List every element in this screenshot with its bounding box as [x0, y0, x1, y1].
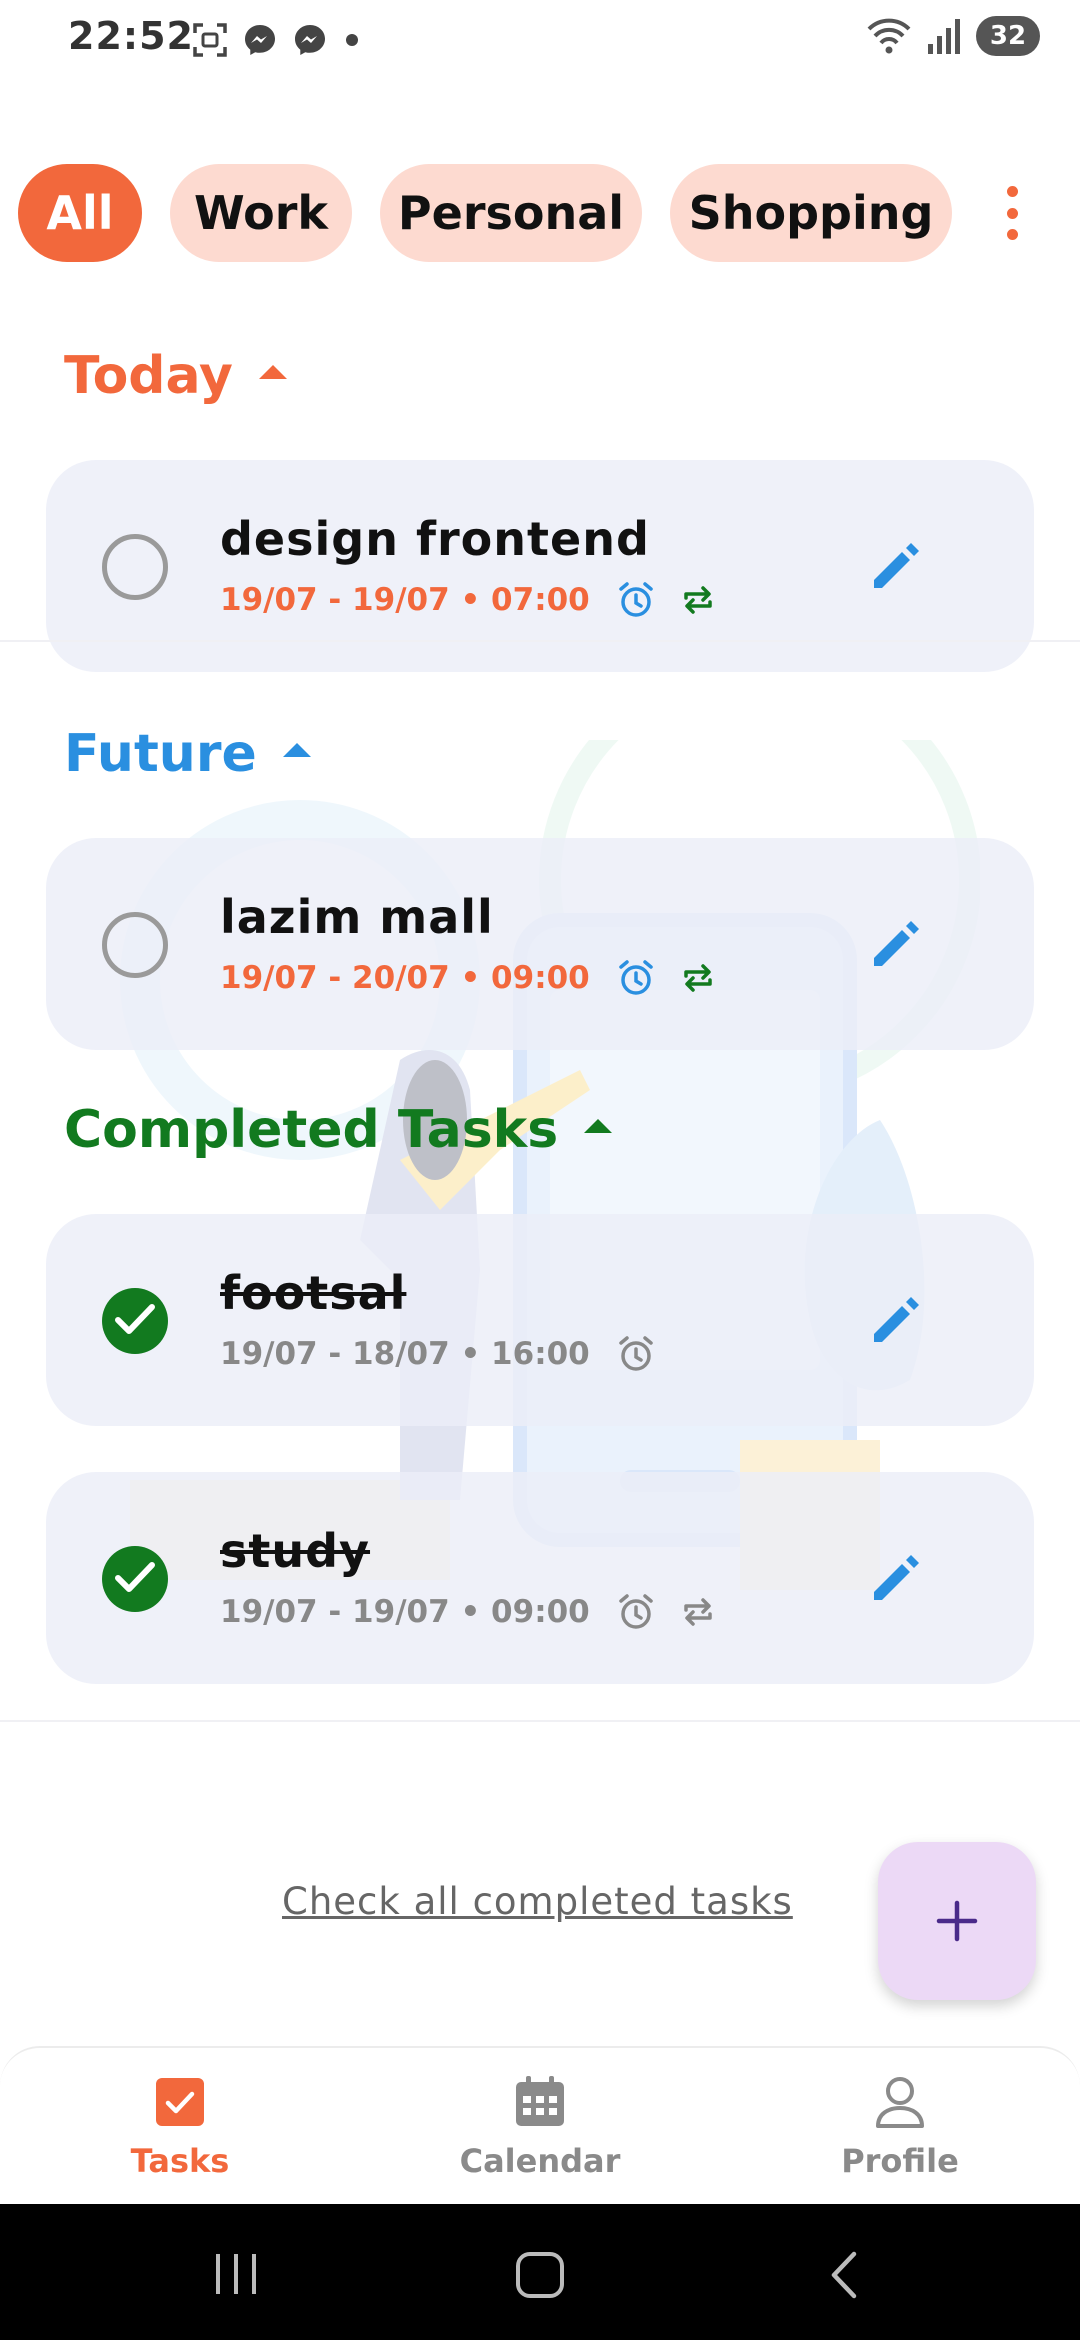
- task-meta: 19/07 - 19/07 • 07:00: [220, 580, 718, 620]
- status-icons-right: 32: [866, 16, 1040, 56]
- recents-icon[interactable]: [212, 2252, 260, 2296]
- section-title-label: Completed Tasks: [64, 1100, 559, 1160]
- edit-icon[interactable]: [866, 1548, 926, 1608]
- task-checkbox-checked[interactable]: [102, 1546, 168, 1612]
- task-meta: 19/07 - 19/07 • 09:00: [220, 1592, 718, 1632]
- edit-icon[interactable]: [866, 536, 926, 596]
- home-icon[interactable]: [514, 2250, 566, 2300]
- task-title: footsal: [220, 1266, 407, 1320]
- alarm-icon: [618, 582, 653, 617]
- divider: [0, 640, 1080, 642]
- alarm-icon: [618, 1336, 653, 1371]
- messenger-icon: [295, 25, 325, 55]
- task-card[interactable]: study 19/07 - 19/07 • 09:00: [46, 1472, 1034, 1684]
- chip-label: All: [46, 186, 114, 240]
- bottom-navigation: Tasks Calendar Profile: [0, 2046, 1080, 2206]
- task-meta: 19/07 - 20/07 • 09:00: [220, 958, 718, 998]
- nav-profile[interactable]: Profile: [780, 2074, 1020, 2180]
- back-icon[interactable]: [826, 2250, 862, 2300]
- dot-icon: [346, 34, 358, 46]
- add-task-button[interactable]: [878, 1842, 1036, 2000]
- alarm-icon: [618, 960, 653, 995]
- repeat-icon: [683, 586, 712, 614]
- section-title-today[interactable]: Today: [64, 346, 287, 406]
- task-checkbox-checked[interactable]: [102, 1288, 168, 1354]
- task-title: lazim mall: [220, 890, 494, 944]
- section-title-completed[interactable]: Completed Tasks: [64, 1100, 613, 1160]
- chip-label: Personal: [397, 186, 625, 240]
- signal-icon: [928, 19, 960, 54]
- chip-all[interactable]: All: [18, 164, 142, 262]
- caret-up-icon: [584, 1119, 613, 1133]
- section-title-future[interactable]: Future: [64, 724, 311, 784]
- edit-icon[interactable]: [866, 1290, 926, 1350]
- system-navigation-bar: [0, 2204, 1080, 2340]
- caret-up-icon: [258, 365, 287, 379]
- chip-label: Work: [194, 186, 328, 240]
- repeat-icon: [683, 964, 712, 992]
- caret-up-icon: [282, 743, 311, 757]
- nav-label: Profile: [841, 2142, 959, 2180]
- chip-shopping[interactable]: Shopping: [670, 164, 952, 262]
- task-meta: 19/07 - 18/07 • 16:00: [220, 1334, 656, 1374]
- task-card[interactable]: footsal 19/07 - 18/07 • 16:00: [46, 1214, 1034, 1426]
- chip-work[interactable]: Work: [170, 164, 352, 262]
- section-title-label: Today: [64, 346, 233, 406]
- task-title: study: [220, 1524, 371, 1578]
- status-bar: 22:52 32: [0, 0, 1080, 80]
- divider: [0, 1720, 1080, 1722]
- nav-calendar[interactable]: Calendar: [420, 2074, 660, 2180]
- task-date-time: 19/07 - 19/07 • 07:00: [220, 582, 590, 618]
- nav-label: Tasks: [130, 2142, 230, 2180]
- chip-personal[interactable]: Personal: [380, 164, 642, 262]
- checkmark-icon: [115, 1304, 155, 1334]
- status-time: 22:52: [68, 14, 194, 58]
- task-date-time: 19/07 - 20/07 • 09:00: [220, 960, 590, 996]
- nav-label: Calendar: [459, 2142, 621, 2180]
- profile-icon: [876, 2077, 924, 2128]
- section-title-label: Future: [64, 724, 257, 784]
- battery-level: 32: [989, 21, 1027, 51]
- alarm-icon: [618, 1594, 653, 1629]
- calendar-icon: [516, 2076, 564, 2126]
- plus-icon: [936, 1900, 978, 1942]
- task-title: design frontend: [220, 512, 650, 566]
- more-vertical-icon[interactable]: [1000, 186, 1024, 240]
- repeat-icon: [683, 1598, 712, 1626]
- messenger-icon: [245, 25, 275, 55]
- tasks-checkbox-icon: [156, 2078, 204, 2126]
- checkmark-icon: [115, 1562, 155, 1592]
- wifi-icon: [867, 18, 911, 54]
- edit-icon[interactable]: [866, 914, 926, 974]
- task-checkbox[interactable]: [102, 912, 168, 978]
- filter-chips: All Work Personal Shopping: [18, 164, 980, 262]
- task-card[interactable]: lazim mall 19/07 - 20/07 • 09:00: [46, 838, 1034, 1050]
- status-icons-left: [192, 22, 362, 58]
- task-date-time: 19/07 - 19/07 • 09:00: [220, 1594, 590, 1630]
- screenshot-icon: [193, 23, 227, 57]
- battery-icon: 32: [976, 16, 1040, 56]
- task-date-time: 19/07 - 18/07 • 16:00: [220, 1336, 590, 1372]
- check-all-completed-link[interactable]: Check all completed tasks: [282, 1880, 793, 1923]
- task-checkbox[interactable]: [102, 534, 168, 600]
- chip-label: Shopping: [688, 186, 934, 240]
- nav-tasks[interactable]: Tasks: [60, 2074, 300, 2180]
